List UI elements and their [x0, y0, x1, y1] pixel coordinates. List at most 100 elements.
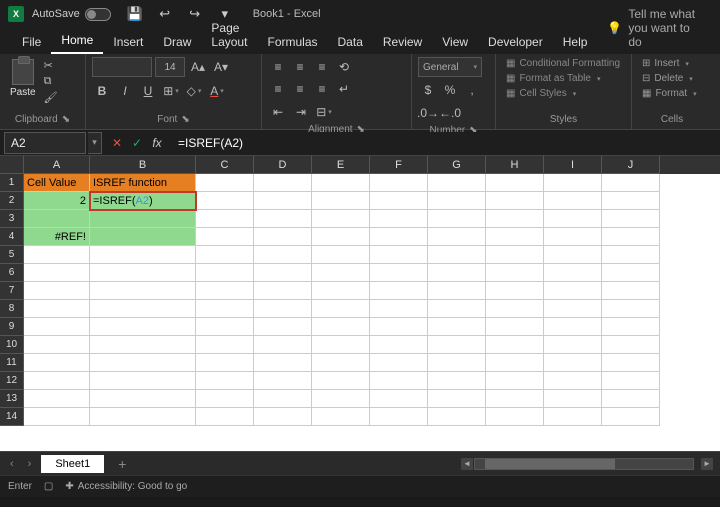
cell[interactable]: [544, 318, 602, 336]
cell[interactable]: [312, 228, 370, 246]
tab-page-layout[interactable]: Page Layout: [201, 16, 257, 54]
cell[interactable]: [602, 210, 660, 228]
format-as-table-button[interactable]: ▦Format as Table▾: [502, 72, 624, 85]
cell[interactable]: [196, 174, 254, 192]
cell[interactable]: [428, 210, 486, 228]
cell[interactable]: [254, 408, 312, 426]
add-sheet-icon[interactable]: +: [110, 456, 134, 472]
cell[interactable]: [486, 390, 544, 408]
col-header-b[interactable]: B: [90, 156, 196, 174]
scroll-thumb[interactable]: [485, 459, 615, 469]
cell[interactable]: [370, 408, 428, 426]
cell[interactable]: [486, 408, 544, 426]
align-center-icon[interactable]: ≡: [290, 79, 310, 99]
cell[interactable]: [486, 264, 544, 282]
cell[interactable]: [196, 228, 254, 246]
autosave-toggle[interactable]: AutoSave: [32, 8, 111, 21]
cell[interactable]: [486, 372, 544, 390]
cell[interactable]: [428, 300, 486, 318]
align-top-icon[interactable]: ≡: [268, 57, 288, 77]
col-header-j[interactable]: J: [602, 156, 660, 174]
format-painter-icon[interactable]: 🖌: [44, 91, 58, 104]
paste-button[interactable]: Paste: [6, 57, 40, 100]
cell[interactable]: [544, 336, 602, 354]
increase-font-icon[interactable]: A▴: [188, 57, 208, 77]
tab-data[interactable]: Data: [328, 30, 373, 54]
insert-cells-button[interactable]: ⊞Insert▾: [638, 57, 701, 70]
cell-a3[interactable]: [24, 210, 90, 228]
col-header-a[interactable]: A: [24, 156, 90, 174]
orientation-icon[interactable]: ⟲: [334, 57, 354, 77]
cell[interactable]: [90, 318, 196, 336]
conditional-formatting-button[interactable]: ▦Conditional Formatting: [502, 57, 624, 70]
sheet-nav-next-icon[interactable]: ›: [24, 458, 36, 470]
dialog-launcher-icon[interactable]: ⬊: [181, 114, 189, 125]
cell[interactable]: [370, 300, 428, 318]
cell[interactable]: [486, 228, 544, 246]
cell[interactable]: [24, 282, 90, 300]
cell[interactable]: [24, 246, 90, 264]
decrease-font-icon[interactable]: A▾: [211, 57, 231, 77]
select-all-corner[interactable]: [0, 156, 24, 174]
toggle-icon[interactable]: [85, 8, 111, 21]
dialog-launcher-icon[interactable]: ⬊: [62, 114, 70, 125]
cell[interactable]: [196, 246, 254, 264]
cell[interactable]: [428, 408, 486, 426]
align-middle-icon[interactable]: ≡: [290, 57, 310, 77]
cell-b3[interactable]: [90, 210, 196, 228]
row-header[interactable]: 8: [0, 300, 24, 318]
cell[interactable]: [312, 192, 370, 210]
align-left-icon[interactable]: ≡: [268, 79, 288, 99]
wrap-text-icon[interactable]: ↵: [334, 79, 354, 99]
increase-decimal-icon[interactable]: .0→: [418, 103, 438, 123]
cell[interactable]: [602, 192, 660, 210]
cell[interactable]: [602, 372, 660, 390]
cell[interactable]: [254, 354, 312, 372]
cell[interactable]: [312, 408, 370, 426]
col-header-h[interactable]: H: [486, 156, 544, 174]
cell[interactable]: [312, 300, 370, 318]
tab-draw[interactable]: Draw: [153, 30, 201, 54]
save-icon[interactable]: 💾: [125, 4, 145, 24]
row-header[interactable]: 7: [0, 282, 24, 300]
tab-formulas[interactable]: Formulas: [258, 30, 328, 54]
cell[interactable]: [196, 300, 254, 318]
insert-function-icon[interactable]: fx: [148, 134, 166, 152]
col-header-c[interactable]: C: [196, 156, 254, 174]
cell[interactable]: [24, 318, 90, 336]
cell[interactable]: [370, 246, 428, 264]
cell[interactable]: [544, 354, 602, 372]
font-color-icon[interactable]: A▾: [207, 81, 227, 101]
cell[interactable]: [602, 282, 660, 300]
cell[interactable]: [428, 372, 486, 390]
cell[interactable]: [24, 336, 90, 354]
cell[interactable]: [254, 282, 312, 300]
cell[interactable]: [544, 282, 602, 300]
cell[interactable]: [428, 318, 486, 336]
tab-review[interactable]: Review: [373, 30, 432, 54]
cell[interactable]: [90, 300, 196, 318]
macro-record-icon[interactable]: ▢: [44, 481, 53, 492]
cell[interactable]: [24, 300, 90, 318]
cell[interactable]: [602, 174, 660, 192]
cell[interactable]: [90, 282, 196, 300]
cell[interactable]: [486, 246, 544, 264]
cell[interactable]: [544, 192, 602, 210]
cell[interactable]: [370, 354, 428, 372]
tab-developer[interactable]: Developer: [478, 30, 553, 54]
cell[interactable]: [90, 264, 196, 282]
spreadsheet-grid[interactable]: A B C D E F G H I J 1 Cell Value ISREF f…: [0, 156, 720, 451]
cell-a4[interactable]: #REF!: [24, 228, 90, 246]
col-header-i[interactable]: I: [544, 156, 602, 174]
cell[interactable]: [24, 408, 90, 426]
horizontal-scrollbar[interactable]: ◄ ►: [140, 458, 714, 470]
cell[interactable]: [428, 390, 486, 408]
cell[interactable]: [254, 264, 312, 282]
row-header[interactable]: 5: [0, 246, 24, 264]
cell[interactable]: [370, 318, 428, 336]
cell[interactable]: [602, 354, 660, 372]
cell[interactable]: [602, 264, 660, 282]
cell[interactable]: [254, 192, 312, 210]
cell[interactable]: [602, 246, 660, 264]
cell[interactable]: [254, 390, 312, 408]
